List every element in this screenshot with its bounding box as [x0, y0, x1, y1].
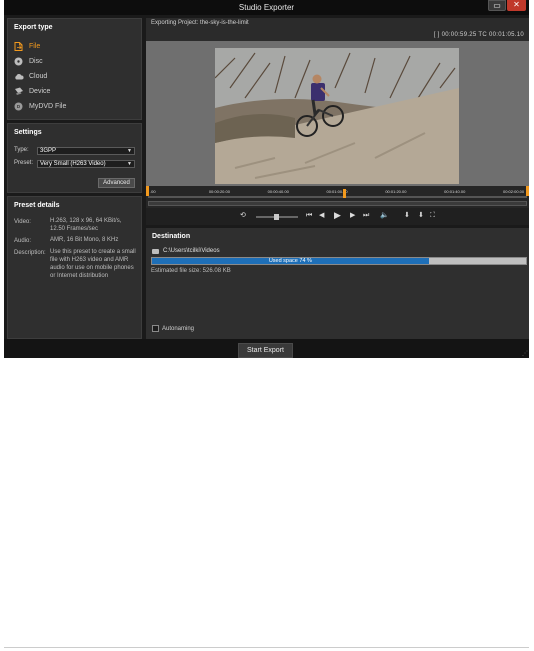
export-type-cloud[interactable]: Cloud — [14, 70, 47, 82]
cloud-icon — [14, 72, 24, 81]
step-forward-icon[interactable]: ▶ — [350, 211, 355, 221]
export-type-file-label: File — [29, 42, 41, 50]
export-type-cloud-label: Cloud — [29, 72, 48, 80]
preview-viewer — [146, 41, 529, 186]
playhead[interactable] — [342, 189, 346, 198]
preset-select-value: Very Small (H263 Video) — [40, 161, 106, 167]
page-divider — [4, 647, 529, 648]
timeline-tick-label: 00:01:20.00 — [385, 189, 407, 194]
export-type-mydvd-label: MyDVD File — [29, 102, 67, 110]
export-type-disc-label: Disc — [29, 57, 43, 65]
mark-in-handle[interactable] — [146, 186, 149, 196]
chevron-down-icon: ▼ — [127, 161, 132, 167]
preset-select[interactable]: Very Small (H263 Video) ▼ — [37, 160, 135, 168]
video-frame-image — [215, 48, 459, 184]
export-type-file[interactable]: File — [14, 40, 40, 52]
timeline-tick-label: 00:01:40.00 — [444, 189, 466, 194]
loop-icon[interactable]: ⟲ — [240, 211, 246, 221]
description-value: Use this preset to create a small file w… — [50, 249, 136, 279]
destination-path: C:\Users\tcilki\Videos — [163, 248, 220, 254]
mark-out-icon[interactable]: ⬇ — [418, 211, 424, 221]
go-to-start-icon[interactable]: ⏮ — [306, 211, 312, 221]
play-icon[interactable]: ▶ — [334, 210, 341, 220]
project-name: Exporting Project: the-sky-is-the-limit — [151, 20, 249, 26]
device-icon — [14, 87, 23, 96]
export-type-mydvd[interactable]: D MyDVD File — [14, 100, 66, 112]
video-value: H.263, 128 x 96, 64 KBit/s, 12.50 Frames… — [50, 218, 122, 232]
volume-icon[interactable]: 🔈 — [380, 211, 389, 221]
autonaming-checkbox[interactable] — [152, 325, 159, 332]
preset-details-heading: Preset details — [14, 202, 60, 209]
studio-exporter-window: Studio Exporter ▭ ✕ Export type File Dis… — [4, 0, 529, 358]
timeline-track — [148, 196, 527, 198]
shuttle-slider[interactable] — [256, 214, 298, 220]
export-type-device[interactable]: Device — [14, 85, 50, 97]
chevron-down-icon: ▼ — [127, 148, 132, 154]
export-type-device-label: Device — [29, 87, 51, 95]
type-label: Type: — [14, 147, 29, 153]
preset-label: Preset: — [14, 160, 34, 166]
type-select[interactable]: 3GPP ▼ — [37, 147, 135, 155]
title-bar: Studio Exporter ▭ ✕ — [4, 0, 529, 15]
preset-details-panel: Preset details Video: H.263, 128 x 96, 6… — [7, 196, 142, 339]
go-to-end-icon[interactable]: ⏭ — [363, 211, 369, 221]
timeline-tick-label: 00:00:20.00 — [208, 189, 230, 194]
used-space-label: Used space 74 % — [268, 258, 312, 264]
advanced-button[interactable]: Advanced — [98, 178, 135, 188]
audio-value: AMR, 16 Bit Mono, 8 KHz — [50, 237, 119, 243]
step-back-icon[interactable]: ◀ — [319, 211, 324, 221]
video-frame — [215, 48, 459, 184]
close-button[interactable]: ✕ — [507, 0, 526, 11]
maximize-button[interactable]: ▭ — [488, 0, 506, 11]
mark-out-handle[interactable] — [526, 186, 529, 196]
used-space-bar: Used space 74 % — [151, 257, 527, 265]
bottom-bar: Start Export ⋰ — [4, 339, 529, 358]
description-label: Description: — [14, 250, 46, 256]
maximize-icon: ▭ — [493, 1, 501, 10]
window-title: Studio Exporter — [238, 3, 295, 12]
preview-header: Exporting Project: the-sky-is-the-limit … — [146, 18, 529, 41]
timeline-scrollbar[interactable] — [148, 201, 527, 206]
file-icon — [14, 41, 23, 51]
close-icon: ✕ — [513, 0, 520, 9]
start-export-button[interactable]: Start Export — [238, 343, 293, 358]
timeline[interactable]: .00 00:00:20.00 00:00:40.00 00:01:00.00 00:0… — [146, 186, 529, 208]
mark-in-icon[interactable]: ⬇ — [404, 211, 410, 221]
folder-icon — [152, 248, 159, 254]
export-type-panel: Export type File Disc Cloud Device D MyD… — [7, 18, 142, 120]
shuttle-knob[interactable] — [274, 214, 279, 220]
settings-heading: Settings — [14, 129, 42, 136]
transport-bar: ⟲ ⏮ ◀ ▶ ▶ ⏭ 🔈 ⬇ ⬇ ⛶ — [146, 208, 529, 225]
autonaming-label: Autonaming — [162, 325, 195, 332]
disc-icon — [14, 57, 23, 66]
estimated-file-size: Estimated file size: 526.08 KB — [151, 268, 231, 274]
audio-label: Audio: — [14, 238, 32, 244]
timecode-readout: [ ] 00:00:59.25 TC 00:01:05.10 — [433, 32, 524, 38]
export-type-heading: Export type — [14, 24, 53, 31]
destination-heading: Destination — [152, 233, 191, 240]
autonaming-row[interactable]: Autonaming — [152, 325, 194, 332]
video-label: Video: — [14, 219, 31, 225]
destination-panel: Destination C:\Users\tcilki\Videos Used … — [146, 228, 529, 339]
timeline-tick-label: .00 — [150, 189, 156, 194]
fullscreen-icon[interactable]: ⛶ — [430, 211, 435, 221]
settings-panel: Settings Type: 3GPP ▼ Preset: Very Small… — [7, 123, 142, 193]
timeline-tick-label: 00:02:00.00 — [503, 189, 525, 194]
export-type-disc[interactable]: Disc — [14, 55, 43, 67]
resize-grip-icon[interactable]: ⋰ — [522, 350, 528, 357]
destination-path-row[interactable]: C:\Users\tcilki\Videos — [152, 248, 220, 254]
mydvd-icon: D — [14, 102, 23, 111]
type-select-value: 3GPP — [40, 148, 57, 154]
timeline-tick-label: 00:00:40.00 — [267, 189, 289, 194]
